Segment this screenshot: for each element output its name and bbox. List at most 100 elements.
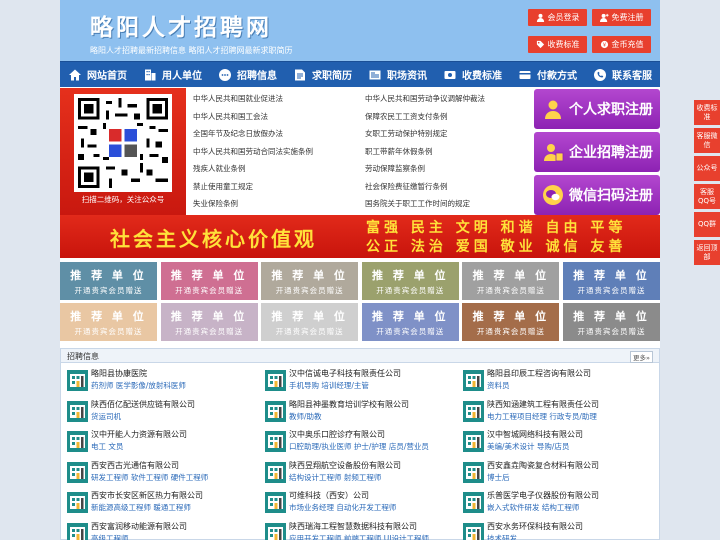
job-item[interactable]: 西安西古光通信有限公司 研发工程师 软件工程师 硬件工程师: [67, 460, 265, 491]
recommended-employer-tile[interactable]: 推 荐 单 位开通贵宾会员赠送: [562, 303, 660, 341]
recommended-employer-tile[interactable]: 推 荐 单 位开通贵宾会员赠送: [361, 303, 459, 341]
company-name[interactable]: 略阳县协康医院: [91, 368, 186, 380]
law-link[interactable]: 中华人民共和国就业促进法: [193, 90, 365, 108]
company-name[interactable]: 略阳县神墨教育培训学校有限公司: [289, 399, 409, 411]
enterprise-register-button[interactable]: 企业招聘注册: [534, 132, 660, 172]
recommended-employer-tile[interactable]: 推 荐 单 位开通贵宾会员赠送: [160, 303, 258, 341]
company-name[interactable]: 西安富润移动能源有限公司: [91, 521, 187, 533]
site-title[interactable]: 略阳人才招聘网: [90, 8, 272, 42]
sidebar-item[interactable]: 返回顶部: [694, 240, 720, 265]
company-name[interactable]: 西安水务环保科技有限公司: [487, 521, 583, 533]
job-positions[interactable]: 高级工程师: [91, 533, 187, 540]
sidebar-item[interactable]: QQ群: [694, 212, 720, 237]
company-name[interactable]: 西安鑫垚陶瓷复合材料有限公司: [487, 460, 599, 472]
job-item[interactable]: 西安市长安区新区热力有限公司 新能源高级工程师 暖通工程师: [67, 490, 265, 521]
job-item[interactable]: 汉中信诚电子科技有限责任公司 手机导购 培训经理/主管: [265, 368, 463, 399]
nav-jobs[interactable]: 招聘信息: [210, 62, 285, 87]
job-item[interactable]: 陕西知涵建筑工程有限责任公司 电力工程项目经理 行政专员/助理: [463, 399, 660, 430]
company-name[interactable]: 可维科技（西安）公司: [289, 490, 396, 502]
company-name[interactable]: 西安市长安区新区热力有限公司: [91, 490, 203, 502]
more-link[interactable]: 更多»: [630, 351, 653, 363]
recommended-employer-tile[interactable]: 推 荐 单 位开通贵宾会员赠送: [462, 303, 560, 341]
recommended-employer-tile[interactable]: 推 荐 单 位开通贵宾会员赠送: [160, 262, 258, 300]
job-positions[interactable]: 资料员: [487, 380, 591, 392]
job-item[interactable]: 乐普医学电子仪器股份有限公司 嵌入式软件研发 结构工程师: [463, 490, 660, 521]
recommended-employer-tile[interactable]: 推 荐 单 位开通贵宾会员赠送: [462, 262, 560, 300]
job-item[interactable]: 汉中奥乐口腔诊疗有限公司 口腔助理/执业医师 护士/护理 店员/营业员: [265, 429, 463, 460]
nav-news[interactable]: 职场资讯: [360, 62, 435, 87]
job-positions[interactable]: 市场业务经理 自动化开发工程师: [289, 502, 396, 514]
recharge-button[interactable]: ¥ 金币充值: [592, 36, 651, 53]
law-link[interactable]: 残疾人就业条例: [193, 160, 365, 178]
job-positions[interactable]: 电工 文员: [91, 441, 187, 453]
company-name[interactable]: 略阳县印辰工程咨询有限公司: [487, 368, 591, 380]
company-name[interactable]: 汉中信诚电子科技有限责任公司: [289, 368, 401, 380]
job-positions[interactable]: 应用开发工程师 前端工程师 UI设计工程师: [289, 533, 429, 540]
job-item[interactable]: 陕西瑞海工程智慧数据科技有限公司 应用开发工程师 前端工程师 UI设计工程师: [265, 521, 463, 540]
job-positions[interactable]: 手机导购 培训经理/主管: [289, 380, 401, 392]
register-button[interactable]: 免费注册: [592, 9, 651, 26]
law-link[interactable]: 禁止使用童工规定: [193, 178, 365, 196]
recommended-employer-tile[interactable]: 推 荐 单 位开通贵宾会员赠送: [261, 262, 359, 300]
nav-payment[interactable]: 付款方式: [510, 62, 585, 87]
law-link[interactable]: 保障农民工工资支付条例: [365, 108, 537, 126]
company-name[interactable]: 陕西知涵建筑工程有限责任公司: [487, 399, 599, 411]
personal-register-button[interactable]: 个人求职注册: [534, 89, 660, 129]
job-item[interactable]: 汉中开能人力资源有限公司 电工 文员: [67, 429, 265, 460]
job-item[interactable]: 西安富润移动能源有限公司 高级工程师: [67, 521, 265, 540]
job-positions[interactable]: 口腔助理/执业医师 护士/护理 店员/营业员: [289, 441, 429, 453]
job-positions[interactable]: 电力工程项目经理 行政专员/助理: [487, 411, 599, 423]
job-item[interactable]: 略阳县神墨教育培训学校有限公司 教师/助教: [265, 399, 463, 430]
job-item[interactable]: 陕西佰亿配送供应链有限公司 货运司机: [67, 399, 265, 430]
job-item[interactable]: 略阳县协康医院 药剂师 医学影像/放射科医师: [67, 368, 265, 399]
job-positions[interactable]: 研发工程师 软件工程师 硬件工程师: [91, 472, 208, 484]
recommended-employer-tile[interactable]: 推 荐 单 位开通贵宾会员赠送: [361, 262, 459, 300]
law-link[interactable]: 女职工劳动保护特别规定: [365, 125, 537, 143]
job-item[interactable]: 略阳县印辰工程咨询有限公司 资料员: [463, 368, 660, 399]
nav-pricing[interactable]: 收费标准: [435, 62, 510, 87]
company-name[interactable]: 西安西古光通信有限公司: [91, 460, 208, 472]
recommended-employer-tile[interactable]: 推 荐 单 位开通贵宾会员赠送: [261, 303, 359, 341]
pricing-button[interactable]: 收费标准: [528, 36, 587, 53]
job-item[interactable]: 汉中智城网络科技有限公司 美编/美术设计 导购/店员: [463, 429, 660, 460]
job-positions[interactable]: 博士后: [487, 472, 599, 484]
wechat-register-button[interactable]: 微信扫码注册: [534, 175, 660, 215]
nav-home[interactable]: 网站首页: [60, 62, 135, 87]
job-positions[interactable]: 技术研发: [487, 533, 583, 540]
company-name[interactable]: 乐普医学电子仪器股份有限公司: [487, 490, 599, 502]
job-positions[interactable]: 嵌入式软件研发 结构工程师: [487, 502, 599, 514]
job-positions[interactable]: 美编/美术设计 导购/店员: [487, 441, 583, 453]
recommended-employer-tile[interactable]: 推 荐 单 位开通贵宾会员赠送: [60, 262, 157, 300]
nav-resumes[interactable]: 求职简历: [285, 62, 360, 87]
job-item[interactable]: 西安水务环保科技有限公司 技术研发: [463, 521, 660, 540]
law-link[interactable]: 中华人民共和国工会法: [193, 108, 365, 126]
sidebar-item[interactable]: 客服QQ号: [694, 184, 720, 209]
job-positions[interactable]: 货运司机: [91, 411, 195, 423]
job-item[interactable]: 陕西昱翔航空设备股份有限公司 结构设计工程师 射频工程师: [265, 460, 463, 491]
job-positions[interactable]: 教师/助教: [289, 411, 409, 423]
law-link[interactable]: 职工带薪年休假条例: [365, 143, 537, 161]
job-item[interactable]: 可维科技（西安）公司 市场业务经理 自动化开发工程师: [265, 490, 463, 521]
login-button[interactable]: 会员登录: [528, 9, 587, 26]
company-name[interactable]: 陕西佰亿配送供应链有限公司: [91, 399, 195, 411]
nav-contact[interactable]: 联系客服: [585, 62, 660, 87]
sidebar-item[interactable]: 公众号: [694, 156, 720, 181]
company-name[interactable]: 汉中开能人力资源有限公司: [91, 429, 187, 441]
job-item[interactable]: 西安鑫垚陶瓷复合材料有限公司 博士后: [463, 460, 660, 491]
qr-code[interactable]: [74, 94, 172, 192]
law-link[interactable]: 失业保险条例: [193, 195, 365, 213]
law-link[interactable]: 全国年节及纪念日放假办法: [193, 125, 365, 143]
law-link[interactable]: 社会保险费征缴暂行条例: [365, 178, 537, 196]
law-link[interactable]: 劳动保障监察条例: [365, 160, 537, 178]
recommended-employer-tile[interactable]: 推 荐 单 位开通贵宾会员赠送: [562, 262, 660, 300]
job-positions[interactable]: 新能源高级工程师 暖通工程师: [91, 502, 203, 514]
company-name[interactable]: 陕西昱翔航空设备股份有限公司: [289, 460, 401, 472]
law-link[interactable]: 中华人民共和国劳动争议调解仲裁法: [365, 90, 537, 108]
job-positions[interactable]: 结构设计工程师 射频工程师: [289, 472, 401, 484]
company-name[interactable]: 汉中智城网络科技有限公司: [487, 429, 583, 441]
sidebar-item[interactable]: 收费标准: [694, 100, 720, 125]
recommended-employer-tile[interactable]: 推 荐 单 位开通贵宾会员赠送: [60, 303, 157, 341]
sidebar-item[interactable]: 客服微信: [694, 128, 720, 153]
nav-employers[interactable]: 用人单位: [135, 62, 210, 87]
job-positions[interactable]: 药剂师 医学影像/放射科医师: [91, 380, 186, 392]
